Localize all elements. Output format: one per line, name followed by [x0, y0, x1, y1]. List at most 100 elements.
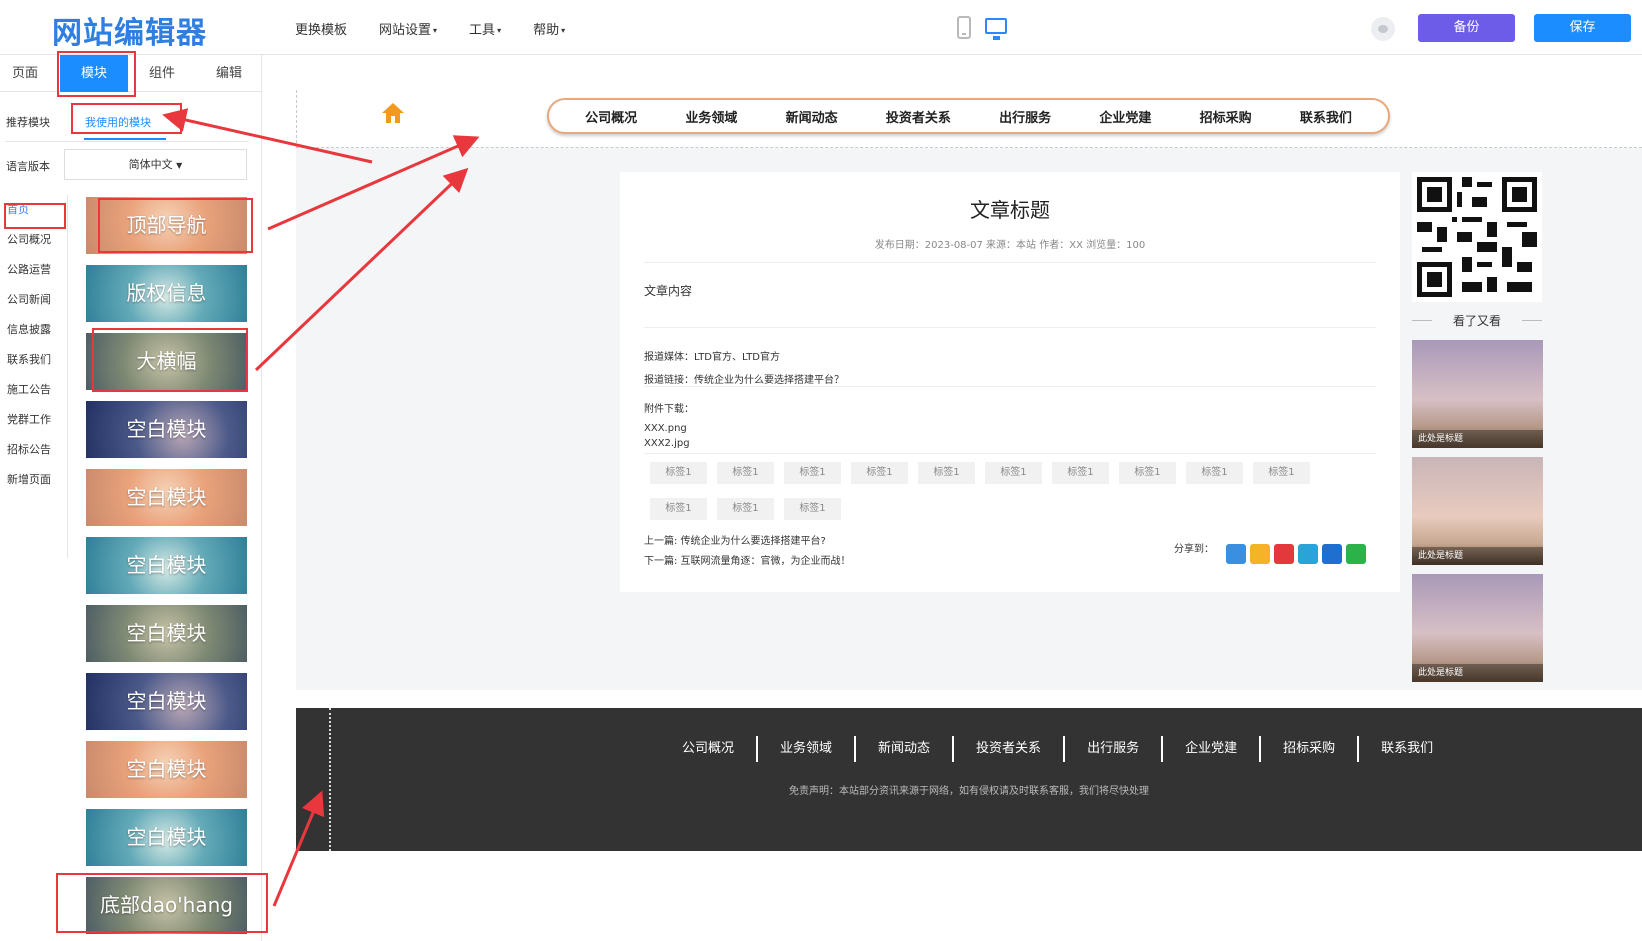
tag[interactable]: 标签1 — [650, 462, 707, 484]
tag[interactable]: 标签1 — [918, 462, 975, 484]
sidebar-thumbnail[interactable]: 此处是标题 — [1412, 457, 1543, 565]
share-weibo-icon[interactable] — [1274, 544, 1294, 564]
prev-article-link[interactable]: 上一篇: 传统企业为什么要选择搭建平台? — [644, 532, 826, 547]
subtab-indicator — [84, 138, 166, 140]
eye-icon[interactable] — [1371, 17, 1395, 41]
tab-pages[interactable]: 页面 — [0, 55, 50, 92]
divider — [5, 141, 248, 142]
thumbnail-caption: 此处是标题 — [1412, 547, 1543, 565]
desktop-preview-icon[interactable] — [985, 18, 1007, 40]
menu-site-settings[interactable]: 网站设置 ▾ — [379, 19, 437, 38]
phone-preview-icon[interactable] — [957, 16, 971, 39]
preview-footer-block[interactable] — [296, 708, 1642, 851]
preview-nav-item[interactable]: 联系我们 — [1300, 107, 1352, 126]
tag[interactable]: 标签1 — [1253, 462, 1310, 484]
footer-nav-item[interactable]: 企业党建 — [1163, 736, 1262, 762]
annotation-box — [92, 328, 248, 392]
preview-nav-item[interactable]: 公司概况 — [585, 107, 637, 126]
page-item[interactable]: 党群工作 — [0, 405, 68, 435]
divider — [644, 327, 1376, 328]
menu-tools[interactable]: 工具 ▾ — [469, 19, 501, 38]
article-content: 文章内容 — [644, 284, 693, 298]
module-blank[interactable]: 空白模块 — [86, 809, 247, 866]
sidebar-thumbnail[interactable]: 此处是标题 — [1412, 574, 1543, 682]
home-icon[interactable] — [381, 101, 405, 125]
backup-button[interactable]: 备份 — [1418, 14, 1515, 42]
next-article-link[interactable]: 下一篇: 互联网流量角逐：官微，为企业而战！ — [644, 552, 851, 567]
page-item[interactable]: 公路运营 — [0, 255, 68, 285]
tag[interactable]: 标签1 — [1186, 462, 1243, 484]
footer-nav-item[interactable]: 公司概况 — [660, 736, 759, 762]
preview-nav-bar: 公司概况 业务领域 新闻动态 投资者关系 出行服务 企业党建 招标采购 联系我们 — [547, 98, 1390, 134]
footer-disclaimer: 免责声明：本站部分资讯来源于网络，如有侵权请及时联系客服，我们将尽快处理 — [789, 786, 1149, 797]
module-blank[interactable]: 空白模块 — [86, 537, 247, 594]
tag[interactable]: 标签1 — [784, 462, 841, 484]
tag[interactable]: 标签1 — [1119, 462, 1176, 484]
tag[interactable]: 标签1 — [650, 498, 707, 520]
footer-nav-item[interactable]: 联系我们 — [1359, 736, 1455, 762]
tag[interactable]: 标签1 — [717, 498, 774, 520]
share-wechat-icon[interactable] — [1346, 544, 1366, 564]
left-panel: 页面 模块 组件 编辑 推荐模块 我使用的模块 语言版本 简体中文 ▼ 首页 公… — [0, 55, 262, 941]
divider — [644, 262, 1376, 263]
divider — [644, 386, 1376, 387]
language-label: 语言版本 — [6, 160, 50, 173]
footer-nav-item[interactable]: 新闻动态 — [856, 736, 955, 762]
tag[interactable]: 标签1 — [1052, 462, 1109, 484]
share-renren-icon[interactable] — [1322, 544, 1342, 564]
page-item[interactable]: 信息披露 — [0, 315, 68, 345]
page-item[interactable]: 联系我们 — [0, 345, 68, 375]
annotation-box — [56, 873, 268, 933]
page-item[interactable]: 新增页面 — [0, 465, 68, 495]
footer-selection-outline — [329, 708, 331, 851]
tag[interactable]: 标签1 — [784, 498, 841, 520]
divider — [67, 195, 68, 558]
footer-nav-item[interactable]: 招标采购 — [1261, 736, 1360, 762]
share-tencent-icon[interactable] — [1298, 544, 1318, 564]
app-logo: 网站编辑器 — [52, 16, 207, 51]
save-button[interactable]: 保存 — [1534, 14, 1631, 42]
share-plus-icon[interactable] — [1226, 544, 1246, 564]
menu-help[interactable]: 帮助 ▾ — [533, 19, 565, 38]
module-copyright[interactable]: 版权信息 — [86, 265, 247, 322]
preview-nav-item[interactable]: 投资者关系 — [886, 107, 951, 126]
footer-nav-item[interactable]: 出行服务 — [1065, 736, 1164, 762]
preview-nav-item[interactable]: 招标采购 — [1200, 107, 1252, 126]
page-item[interactable]: 公司概况 — [0, 225, 68, 255]
tag[interactable]: 标签1 — [851, 462, 908, 484]
annotation-box — [4, 203, 66, 229]
menu-change-template[interactable]: 更换模板 — [295, 19, 347, 38]
module-blank[interactable]: 空白模块 — [86, 469, 247, 526]
preview-nav-item[interactable]: 业务领域 — [685, 107, 737, 126]
chevron-down-icon: ▾ — [561, 26, 566, 35]
attachment-file[interactable]: XXX.png — [644, 423, 687, 434]
thumbnail-caption: 此处是标题 — [1412, 430, 1543, 448]
page-item[interactable]: 施工公告 — [0, 375, 68, 405]
article-link: 报道链接：传统企业为什么要选择搭建平台？ — [644, 375, 844, 386]
tag-list: 标签1 标签1 标签1 标签1 标签1 标签1 标签1 标签1 标签1 标签1 标签1 标签1 标签1 — [650, 460, 1350, 532]
preview-nav-item[interactable]: 企业党建 — [1099, 107, 1151, 126]
attachment-file[interactable]: XXX2.jpg — [644, 438, 690, 449]
module-blank[interactable]: 空白模块 — [86, 673, 247, 730]
top-bar: 网站编辑器 更换模板 网站设置 ▾ 工具 ▾ 帮助 ▾ 备份 保存 — [0, 0, 1642, 55]
attachment-label: 附件下载： — [644, 404, 694, 415]
page-item[interactable]: 公司新闻 — [0, 285, 68, 315]
sidebar-thumbnail[interactable]: 此处是标题 — [1412, 340, 1543, 448]
thumbnail-caption: 此处是标题 — [1412, 664, 1543, 682]
tag[interactable]: 标签1 — [717, 462, 774, 484]
subtab-recommended[interactable]: 推荐模块 — [6, 103, 50, 143]
module-blank[interactable]: 空白模块 — [86, 401, 247, 458]
tag[interactable]: 标签1 — [985, 462, 1042, 484]
tab-components[interactable]: 组件 — [130, 55, 194, 92]
preview-nav-item[interactable]: 出行服务 — [999, 107, 1051, 126]
annotation-box — [71, 103, 182, 134]
page-item[interactable]: 招标公告 — [0, 435, 68, 465]
footer-nav-item[interactable]: 业务领域 — [758, 736, 857, 762]
tab-edit[interactable]: 编辑 — [196, 55, 262, 92]
article-media: 报道媒体：LTD官方、LTD官方 — [644, 352, 781, 363]
footer-nav-item[interactable]: 投资者关系 — [954, 736, 1066, 762]
module-blank[interactable]: 空白模块 — [86, 605, 247, 662]
share-qzone-icon[interactable] — [1250, 544, 1270, 564]
preview-nav-item[interactable]: 新闻动态 — [786, 107, 838, 126]
language-select[interactable]: 简体中文 ▼ — [64, 149, 247, 180]
